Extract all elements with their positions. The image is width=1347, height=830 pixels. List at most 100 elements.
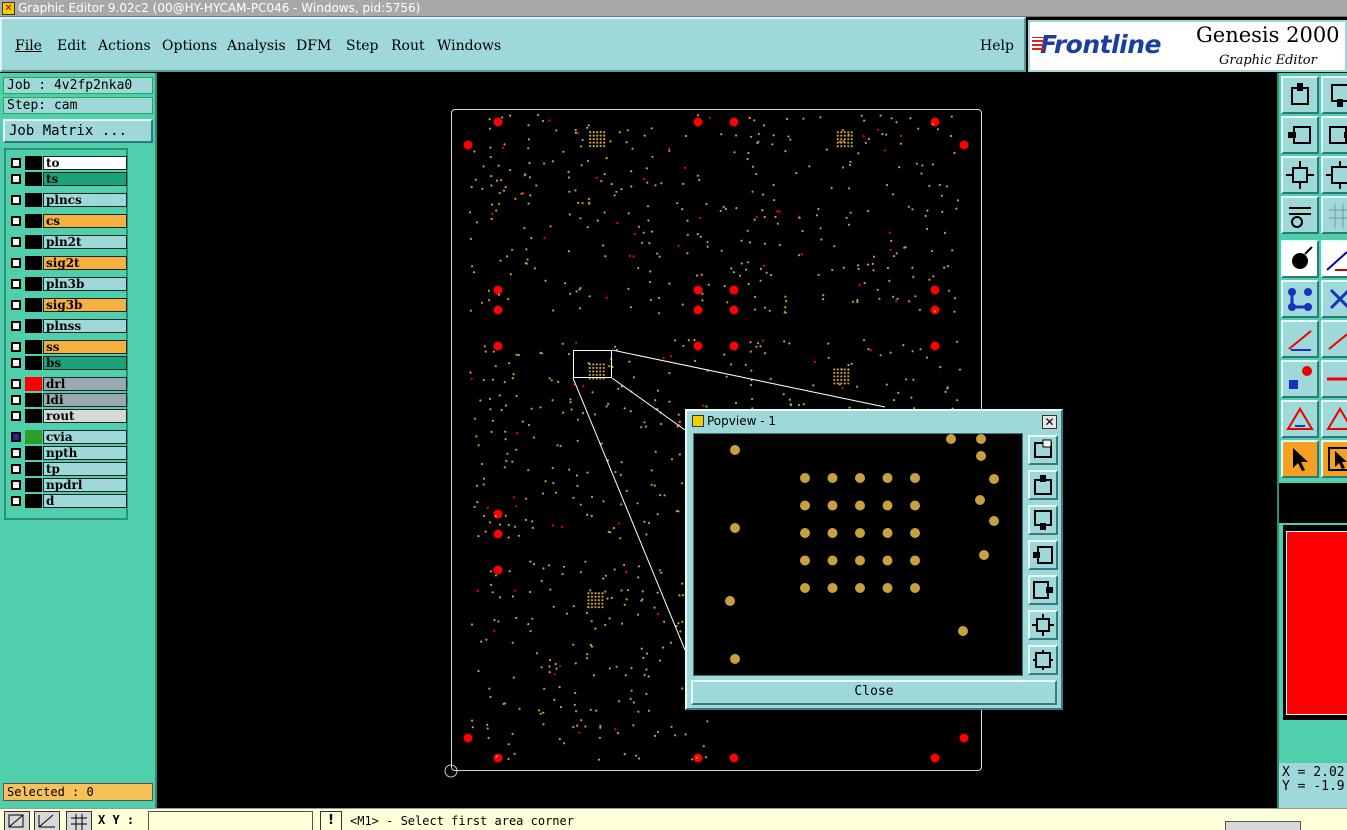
- xy-label: X Y :: [98, 813, 135, 827]
- tooling-hole: [693, 341, 703, 351]
- pad-dot: [693, 359, 697, 362]
- pad-dot: [469, 237, 472, 240]
- pad-dot: [784, 150, 787, 153]
- pad-dot: [480, 462, 484, 466]
- pad-dot: [912, 275, 915, 278]
- pad-dot: [585, 612, 589, 615]
- pad-dot: [684, 166, 687, 169]
- popview-close-icon[interactable]: ✕: [1042, 415, 1057, 429]
- pad-dot: [772, 134, 775, 137]
- pad-dot: [773, 199, 776, 202]
- measure-mode-icon[interactable]: [34, 811, 60, 830]
- pan-right-icon[interactable]: [1321, 116, 1347, 154]
- popview-zoom-fit-button[interactable]: [1028, 610, 1058, 640]
- popview-zoom-in-button[interactable]: [1028, 435, 1058, 465]
- pad-dot: [517, 534, 521, 537]
- pad-dot: [720, 249, 723, 252]
- connect-icon[interactable]: [1281, 280, 1319, 318]
- cross-icon[interactable]: [1321, 280, 1347, 318]
- pad-dot: [544, 480, 547, 483]
- pad-dot: [626, 129, 629, 132]
- alert-button[interactable]: !: [320, 811, 342, 830]
- grid-icon[interactable]: [1321, 196, 1347, 234]
- pad-dot: [527, 202, 530, 205]
- pad-dot: [470, 185, 473, 189]
- pan-left-icon[interactable]: [1281, 116, 1319, 154]
- pad-dot: [550, 379, 553, 382]
- pad-dot: [641, 241, 644, 244]
- pad-dot: [586, 471, 589, 474]
- pad-dot: [490, 430, 493, 433]
- pad-dot: [625, 598, 628, 601]
- pad-dot: [632, 376, 636, 379]
- status-right-controls[interactable]: [1225, 821, 1301, 830]
- pad-dot: [476, 501, 479, 504]
- pad-dot: [620, 589, 623, 592]
- measure-icon[interactable]: [1321, 240, 1347, 278]
- pad-dot: [615, 190, 618, 193]
- bga-pad: [836, 378, 839, 382]
- pad-dot: [695, 756, 698, 759]
- bga-pad: [840, 375, 843, 378]
- bga-pad: [843, 368, 846, 371]
- zoom-fit-icon[interactable]: [1281, 156, 1319, 194]
- pad-dot: [625, 489, 628, 492]
- popview-pan-right-button[interactable]: [1028, 575, 1058, 605]
- pad-dot: [630, 185, 633, 188]
- pad-dot: [706, 240, 709, 244]
- popview-pan-up-button[interactable]: [1028, 470, 1058, 500]
- pan-up-icon[interactable]: [1281, 76, 1319, 114]
- pad-dot: [659, 659, 662, 662]
- pad-dot: [539, 406, 542, 409]
- tooling-hole: [493, 117, 503, 127]
- pad-dot: [508, 570, 511, 573]
- zoom-profile-icon[interactable]: [1321, 156, 1347, 194]
- pad-dot: [542, 711, 545, 714]
- line-angled-icon[interactable]: [1321, 320, 1347, 358]
- pad-dot: [586, 653, 589, 656]
- pad-dot: [491, 212, 494, 216]
- pad-dot: [514, 525, 517, 528]
- grid-snap-icon[interactable]: [66, 811, 92, 830]
- bga-pad: [827, 583, 838, 593]
- pad-dot: [490, 217, 493, 220]
- pad-dot: [595, 176, 598, 180]
- pad-dot: [747, 282, 750, 286]
- bga-pad: [597, 602, 601, 605]
- origin-marker: [444, 764, 458, 778]
- popview-canvas[interactable]: [693, 433, 1023, 676]
- pad-dot: [471, 719, 474, 722]
- popview-close-button[interactable]: Close: [691, 680, 1057, 705]
- popview-titlebar[interactable]: Popview - 1 ✕: [689, 413, 1059, 429]
- pad-dot: [637, 267, 640, 270]
- popview-pan-left-button[interactable]: [1028, 540, 1058, 570]
- snap-icon[interactable]: [1281, 240, 1319, 278]
- triangle-outline-icon[interactable]: [1321, 400, 1347, 438]
- bga-pad: [590, 602, 594, 605]
- settings-icon[interactable]: [1281, 196, 1319, 234]
- pad-dot: [747, 151, 750, 155]
- line-icon[interactable]: [1281, 320, 1319, 358]
- pad-dot: [579, 503, 582, 506]
- pad-dot: [872, 269, 875, 272]
- select-orange-icon[interactable]: [1321, 440, 1347, 478]
- pad-dot: [592, 674, 596, 677]
- snap-mode-icon[interactable]: [4, 811, 30, 830]
- line-red-icon[interactable]: [1321, 360, 1347, 398]
- pad-dot: [876, 288, 879, 291]
- pad-dot: [640, 647, 643, 650]
- pan-down-icon[interactable]: [1321, 76, 1347, 114]
- bga-pad: [840, 378, 843, 382]
- pad-dot: [581, 202, 584, 205]
- bga-pad: [603, 137, 606, 141]
- pad-add-icon[interactable]: [1281, 360, 1319, 398]
- pad-dot: [753, 119, 756, 122]
- popview-pan-down-button[interactable]: [1028, 505, 1058, 535]
- triangle-icon[interactable]: [1281, 400, 1319, 438]
- popview-zoom-out-button[interactable]: [1028, 645, 1058, 675]
- pad-dot: [506, 255, 509, 258]
- pad-dot: [946, 265, 950, 268]
- pad-dot: [762, 124, 766, 127]
- select-icon[interactable]: [1281, 440, 1319, 478]
- xy-input[interactable]: [148, 811, 313, 830]
